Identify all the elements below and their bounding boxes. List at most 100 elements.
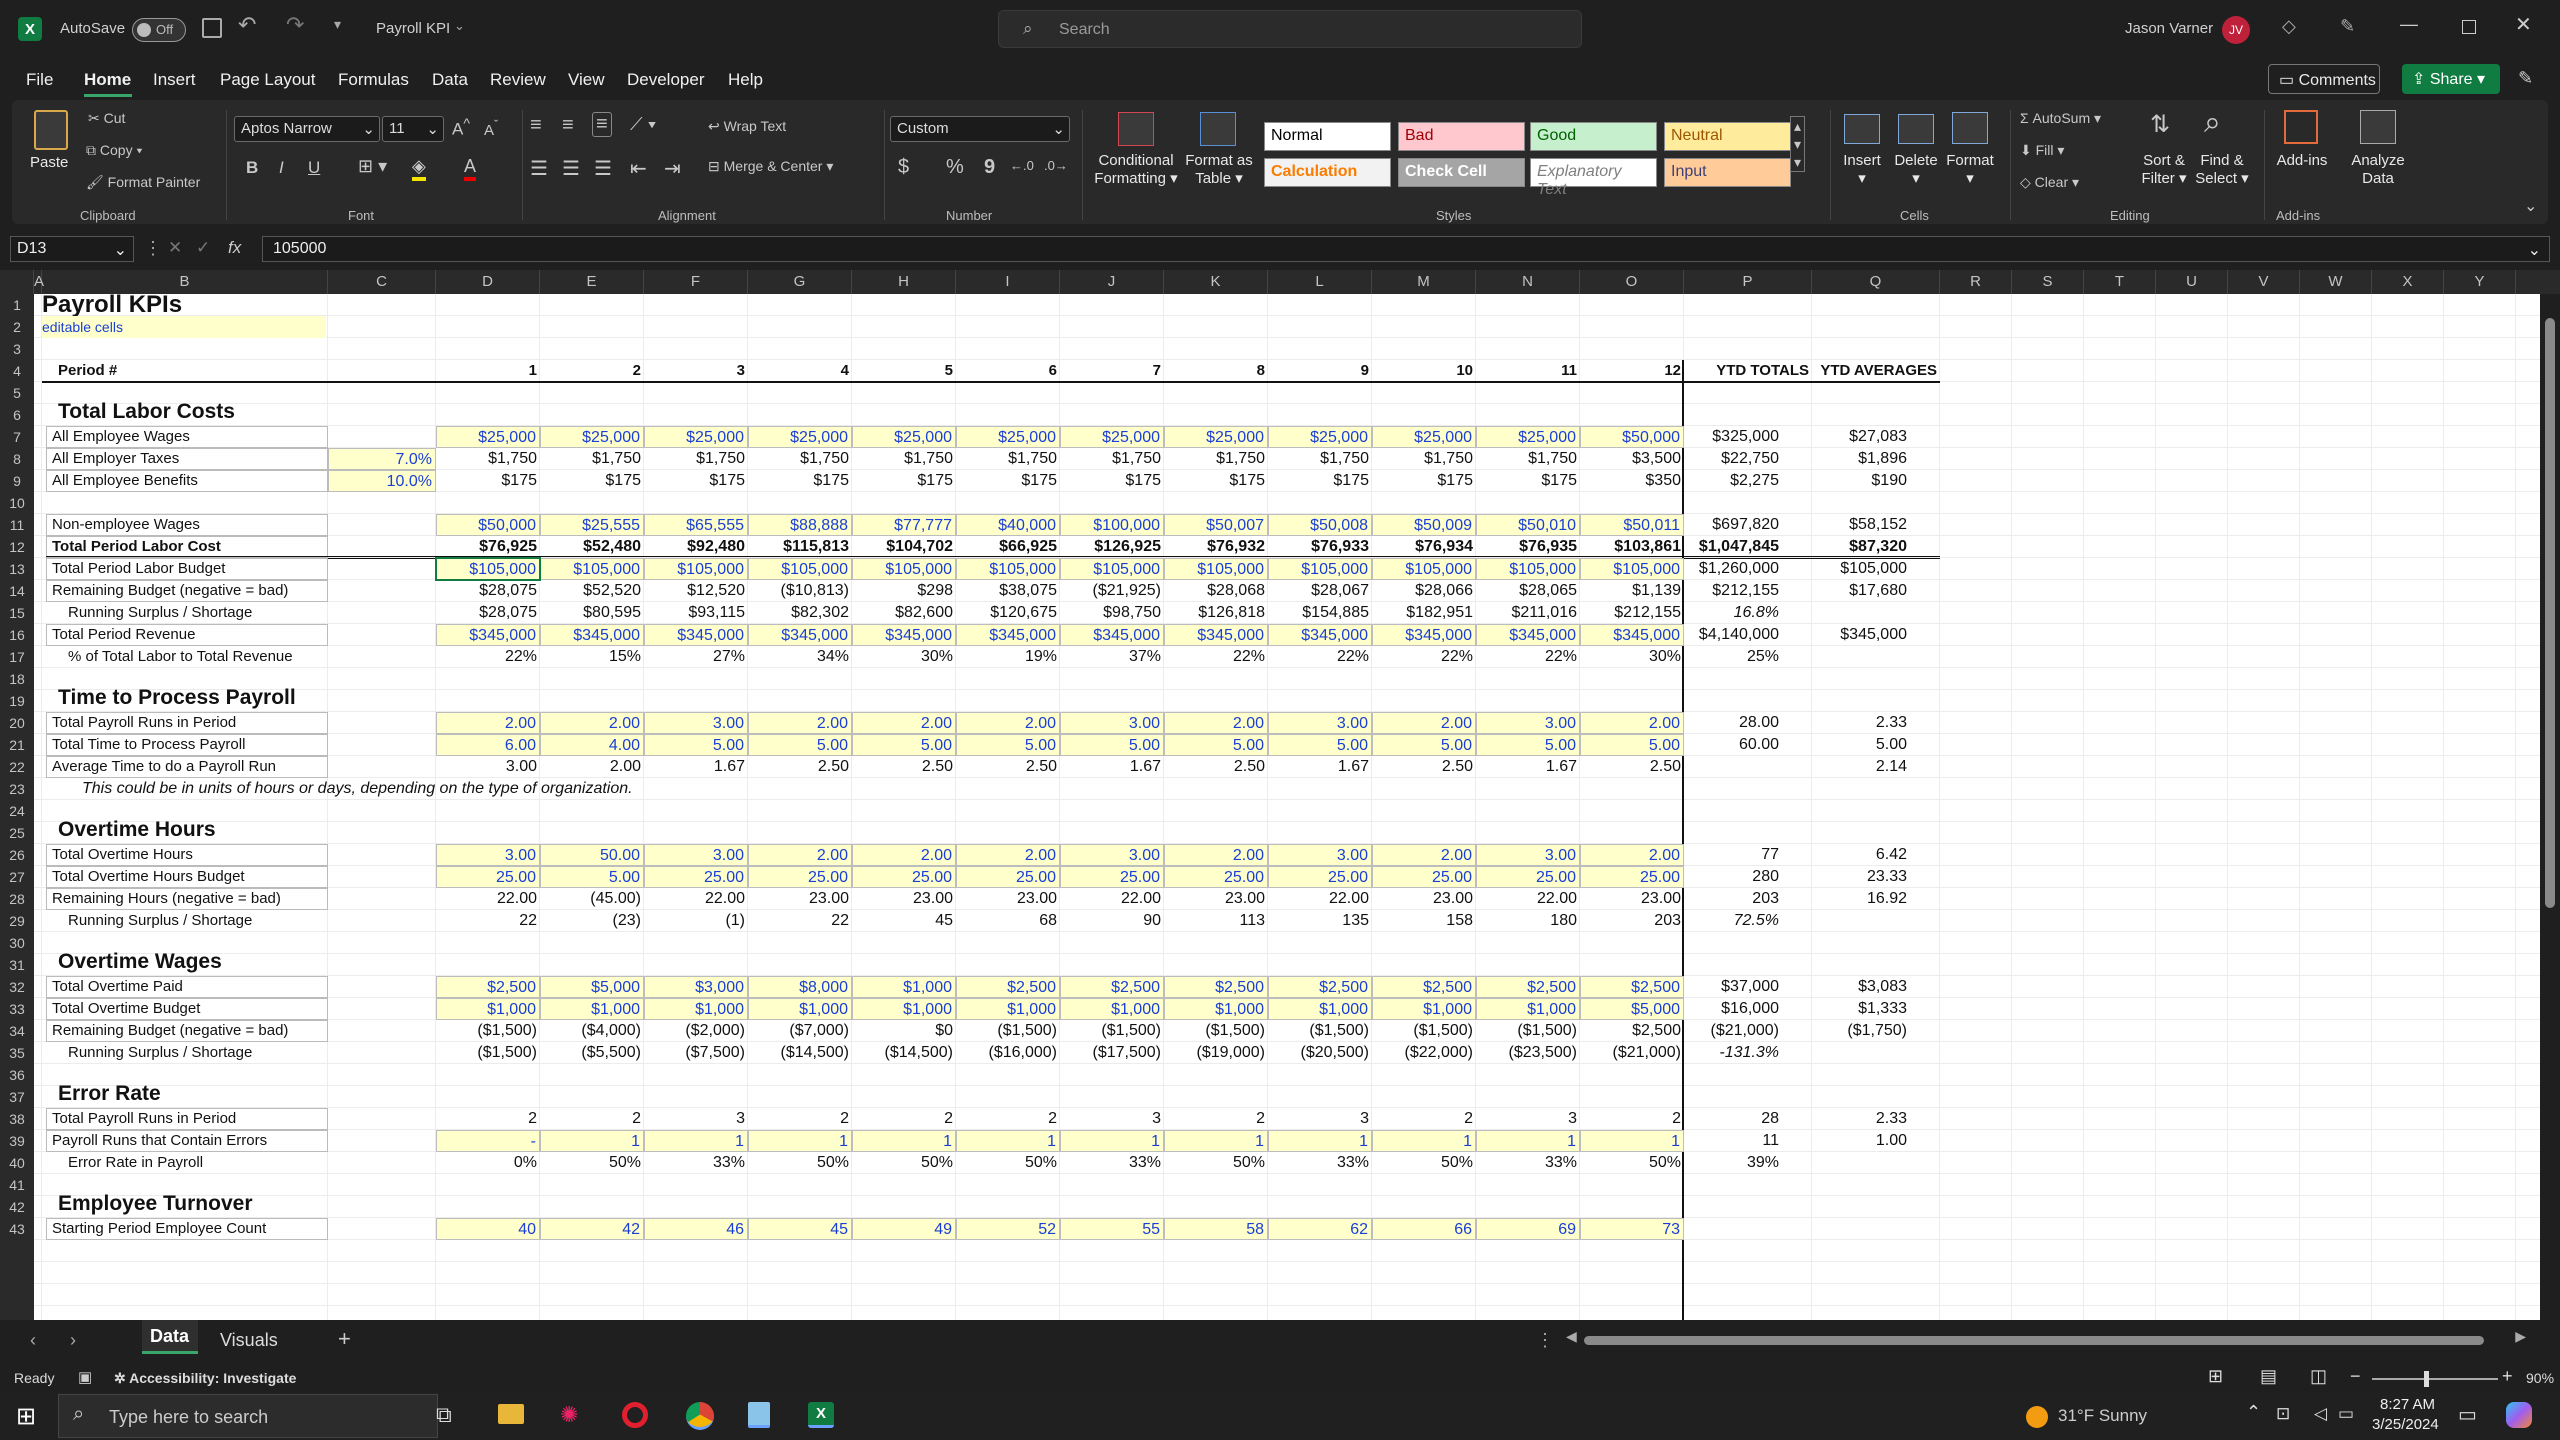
data-cell[interactable]: $105,000 xyxy=(852,558,956,580)
pen-icon[interactable]: ✎ xyxy=(2340,16,2355,37)
row-header[interactable]: 21 xyxy=(0,734,34,756)
save-icon[interactable] xyxy=(202,18,222,38)
section-title[interactable]: Error Rate xyxy=(58,1083,458,1109)
data-cell[interactable]: $105,000 xyxy=(748,558,852,580)
data-cell[interactable]: 40 xyxy=(436,1218,540,1240)
column-header[interactable]: R xyxy=(1940,270,2012,294)
data-cell[interactable]: ($23,500) xyxy=(1476,1042,1580,1064)
ytd-total-cell[interactable]: 203 xyxy=(1684,888,1782,910)
data-cell[interactable]: 22.00 xyxy=(644,888,748,910)
row-header[interactable]: 17 xyxy=(0,646,34,668)
data-cell[interactable]: 22% xyxy=(1476,646,1580,668)
data-cell[interactable]: $1,750 xyxy=(1164,448,1268,470)
data-cell[interactable]: $175 xyxy=(852,470,956,492)
period-number[interactable]: 7 xyxy=(1060,360,1164,382)
data-cell[interactable]: $3,000 xyxy=(644,976,748,998)
data-cell[interactable]: $50,011 xyxy=(1580,514,1684,536)
data-cell[interactable]: 3.00 xyxy=(1476,844,1580,866)
data-cell[interactable]: $175 xyxy=(956,470,1060,492)
worksheet-grid[interactable]: Payroll KPIs editable cells Period #1 2 3 4 5 6… xyxy=(34,294,2540,1320)
name-box[interactable]: D13 ⌄ xyxy=(10,236,134,262)
cancel-icon[interactable]: ✕ xyxy=(168,238,182,258)
data-cell[interactable]: ($1,500) xyxy=(1268,1020,1372,1042)
row-header[interactable]: 4 xyxy=(0,360,34,382)
data-cell[interactable]: $1,750 xyxy=(1060,448,1164,470)
column-header[interactable]: P xyxy=(1684,270,1812,294)
data-cell[interactable]: 5.00 xyxy=(1372,734,1476,756)
data-cell[interactable]: 33% xyxy=(1476,1152,1580,1174)
diamond-icon[interactable]: ◇ xyxy=(2282,16,2296,37)
data-cell[interactable]: $120,675 xyxy=(956,602,1060,624)
data-cell[interactable]: $345,000 xyxy=(644,624,748,646)
data-cell[interactable]: $175 xyxy=(436,470,540,492)
chrome-icon[interactable] xyxy=(686,1402,714,1430)
period-number[interactable]: 11 xyxy=(1476,360,1580,382)
data-cell[interactable]: $0 xyxy=(852,1020,956,1042)
data-cell[interactable]: $345,000 xyxy=(1268,624,1372,646)
data-cell[interactable]: $1,000 xyxy=(1476,998,1580,1020)
data-cell[interactable]: $82,600 xyxy=(852,602,956,624)
data-cell[interactable]: 50% xyxy=(1580,1152,1684,1174)
next-sheet-icon[interactable]: › xyxy=(70,1330,76,1351)
row-header[interactable]: 5 xyxy=(0,382,34,404)
data-cell[interactable]: 1.67 xyxy=(1476,756,1580,778)
data-cell[interactable]: ($14,500) xyxy=(748,1042,852,1064)
excel-taskbar-icon[interactable]: X xyxy=(808,1402,834,1428)
data-cell[interactable]: 5.00 xyxy=(1580,734,1684,756)
data-cell[interactable]: - xyxy=(436,1130,540,1152)
period-number[interactable]: 6 xyxy=(956,360,1060,382)
section-title[interactable]: Total Labor Costs xyxy=(58,401,458,427)
more-icon[interactable]: ⋮ xyxy=(144,238,162,259)
data-cell[interactable]: $1,000 xyxy=(852,998,956,1020)
column-header[interactable]: W xyxy=(2300,270,2372,294)
data-cell[interactable]: $25,000 xyxy=(748,426,852,448)
data-cell[interactable]: 25.00 xyxy=(852,866,956,888)
data-cell[interactable]: 158 xyxy=(1372,910,1476,932)
data-cell[interactable]: 2 xyxy=(540,1108,644,1130)
row-header[interactable]: 29 xyxy=(0,910,34,932)
data-cell[interactable]: 2.00 xyxy=(436,712,540,734)
file-explorer-icon[interactable] xyxy=(498,1404,524,1424)
period-number[interactable]: 3 xyxy=(644,360,748,382)
data-cell[interactable]: 1 xyxy=(1268,1130,1372,1152)
row-header[interactable]: 1 xyxy=(0,294,34,316)
data-cell[interactable]: 2.00 xyxy=(1372,712,1476,734)
select-all-corner[interactable] xyxy=(0,270,34,294)
task-view-icon[interactable]: ⧉ xyxy=(436,1402,452,1428)
row-header[interactable]: 41 xyxy=(0,1174,34,1196)
column-header[interactable]: I xyxy=(956,270,1060,294)
row-header[interactable]: 43 xyxy=(0,1218,34,1240)
menu-developer[interactable]: Developer xyxy=(627,70,705,90)
ytd-total-cell[interactable]: 39% xyxy=(1684,1152,1782,1174)
ytd-total-cell[interactable]: $2,275 xyxy=(1684,470,1782,492)
row-header[interactable]: 36 xyxy=(0,1064,34,1086)
tray-network-icon[interactable]: ⊡ xyxy=(2276,1404,2290,1424)
data-cell[interactable]: 2 xyxy=(852,1108,956,1130)
data-cell[interactable]: $80,595 xyxy=(540,602,644,624)
ytd-total-cell[interactable]: 72.5% xyxy=(1684,910,1782,932)
row-header[interactable]: 26 xyxy=(0,844,34,866)
row-header[interactable]: 35 xyxy=(0,1042,34,1064)
data-cell[interactable]: $1,139 xyxy=(1580,580,1684,602)
rate-input[interactable]: 7.0% xyxy=(328,448,436,470)
data-cell[interactable]: 15% xyxy=(540,646,644,668)
data-cell[interactable]: 5.00 xyxy=(852,734,956,756)
data-cell[interactable]: $345,000 xyxy=(748,624,852,646)
column-header[interactable]: Y xyxy=(2444,270,2516,294)
data-cell[interactable]: 4.00 xyxy=(540,734,644,756)
data-cell[interactable]: 180 xyxy=(1476,910,1580,932)
data-cell[interactable]: 19% xyxy=(956,646,1060,668)
row-header[interactable]: 31 xyxy=(0,954,34,976)
menu-page-layout[interactable]: Page Layout xyxy=(220,70,315,90)
notepad-icon[interactable] xyxy=(748,1402,770,1428)
data-cell[interactable]: $345,000 xyxy=(852,624,956,646)
row-header[interactable]: 3 xyxy=(0,338,34,360)
undo-icon[interactable]: ↶ xyxy=(238,12,256,38)
data-cell[interactable]: 23.00 xyxy=(956,888,1060,910)
ytd-total-cell[interactable]: -131.3% xyxy=(1684,1042,1782,1064)
data-cell[interactable]: 22% xyxy=(436,646,540,668)
data-cell[interactable]: $25,000 xyxy=(540,426,644,448)
period-number[interactable]: 10 xyxy=(1372,360,1476,382)
ytd-total-cell[interactable]: $4,140,000 xyxy=(1684,624,1782,646)
row-header[interactable]: 34 xyxy=(0,1020,34,1042)
